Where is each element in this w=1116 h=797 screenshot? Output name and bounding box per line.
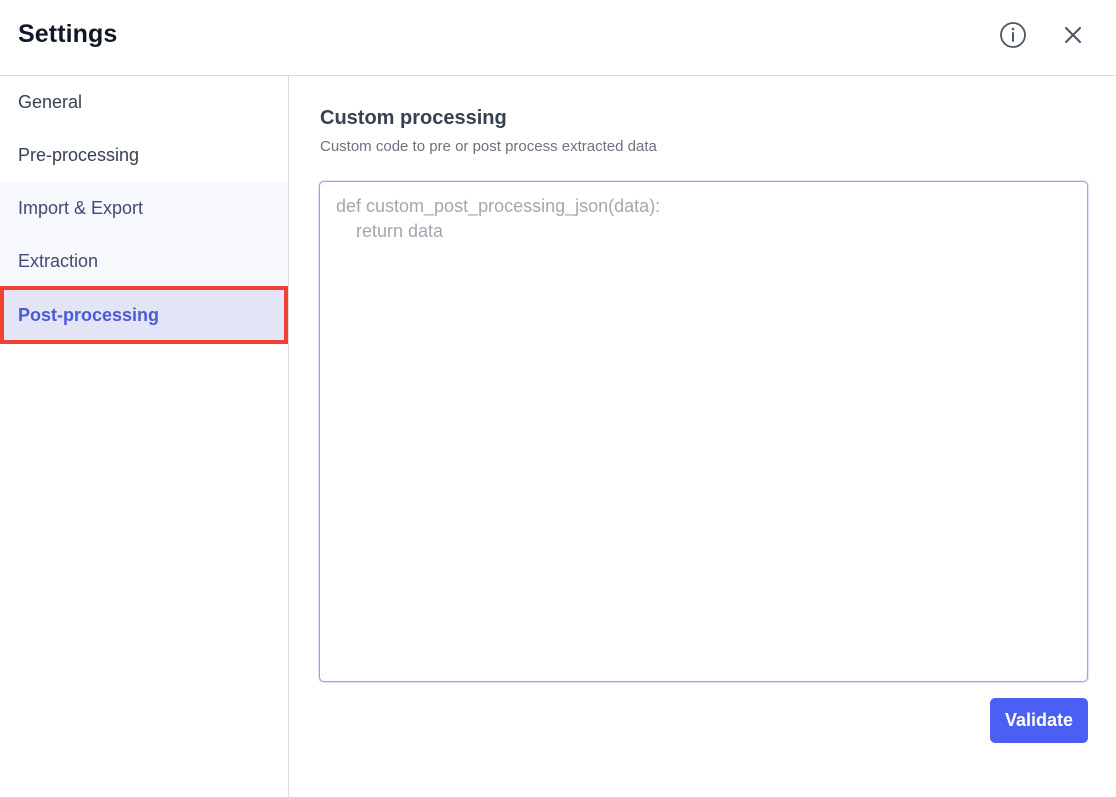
sidebar-item-label: Pre-processing xyxy=(18,145,140,165)
section-subtitle: Custom code to pre or post process extra… xyxy=(320,138,657,155)
close-button[interactable] xyxy=(1058,20,1088,50)
sidebar-item-pre-processing[interactable]: Pre-processing xyxy=(0,129,288,182)
dialog-title: Settings xyxy=(18,20,118,48)
settings-dialog: Settings General Pre-processing Import &… xyxy=(0,0,1116,797)
sidebar-item-post-processing[interactable]: Post-processing xyxy=(0,286,288,344)
sidebar-item-label: Extraction xyxy=(18,251,99,271)
info-icon xyxy=(1000,22,1026,48)
sidebar-item-label: Import & Export xyxy=(18,198,144,218)
validate-button[interactable]: Validate xyxy=(990,698,1088,743)
settings-sidebar: General Pre-processing Import & Export E… xyxy=(0,76,289,797)
sidebar-item-import-export[interactable]: Import & Export xyxy=(0,182,288,235)
section-title: Custom processing xyxy=(320,107,507,129)
sidebar-item-general[interactable]: General xyxy=(0,76,288,129)
main-panel: Custom processing Custom code to pre or … xyxy=(290,76,1116,797)
sidebar-item-extraction[interactable]: Extraction xyxy=(0,235,288,288)
sidebar-item-label: Post-processing xyxy=(18,304,160,325)
close-icon xyxy=(1065,27,1081,43)
dialog-header: Settings xyxy=(0,0,1116,76)
custom-code-editor[interactable]: def custom_post_processing_json(data): r… xyxy=(319,181,1088,682)
sidebar-item-label: General xyxy=(18,92,83,112)
info-button[interactable] xyxy=(998,20,1028,50)
